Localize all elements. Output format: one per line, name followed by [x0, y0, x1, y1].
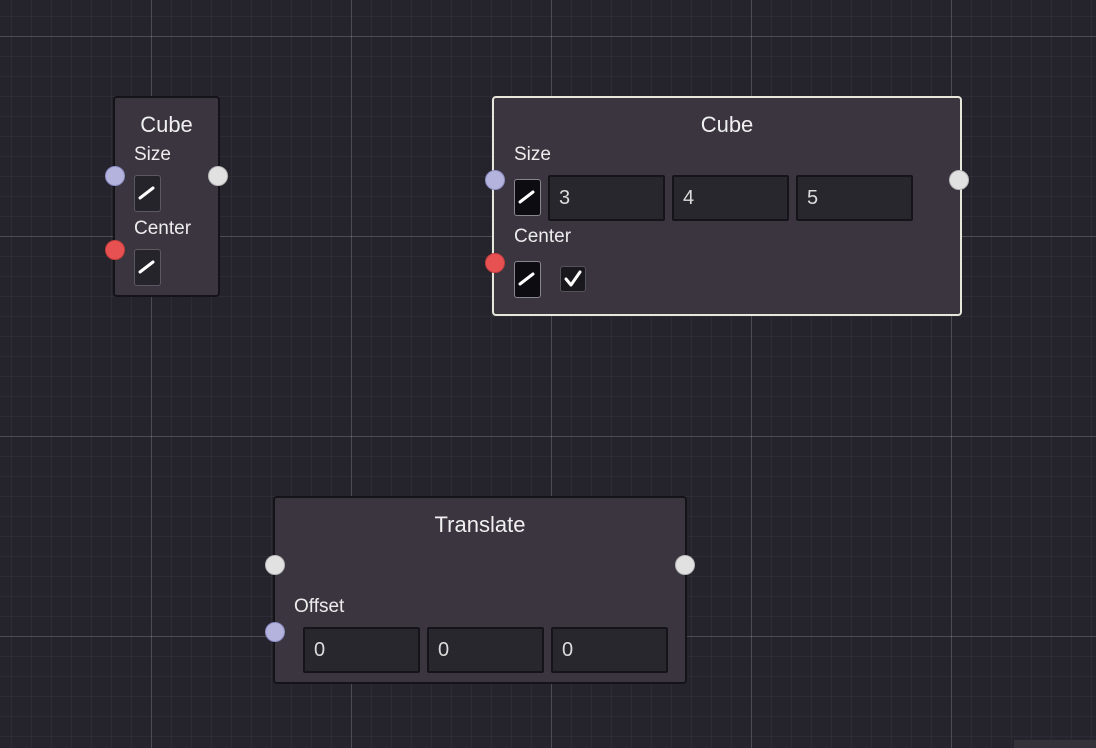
pencil-icon — [138, 186, 155, 200]
node-graph-canvas[interactable]: Cube Size Center Cube Size 3 4 5 Center — [0, 0, 1096, 748]
size-x-field[interactable]: 3 — [548, 175, 665, 221]
pencil-icon — [138, 260, 155, 274]
center-checkbox[interactable] — [560, 266, 586, 292]
offset-x-field[interactable]: 0 — [303, 627, 420, 673]
center-label: Center — [514, 226, 572, 247]
pencil-icon — [518, 272, 535, 286]
checkmark-icon — [564, 270, 582, 287]
size-z-field[interactable]: 5 — [796, 175, 913, 221]
node-title: Cube — [700, 112, 754, 137]
center-label: Center — [134, 218, 192, 239]
scrollbar-corner — [1014, 740, 1096, 748]
translate-node[interactable]: Translate Offset 0 0 0 — [273, 496, 687, 684]
center-input-port[interactable] — [105, 240, 125, 260]
size-label: Size — [134, 144, 171, 165]
center-input-port[interactable] — [485, 253, 505, 273]
size-input-port[interactable] — [105, 166, 125, 186]
output-port[interactable] — [208, 166, 228, 186]
offset-z-field[interactable]: 0 — [551, 627, 668, 673]
cube-node-compact[interactable]: Cube Size Center — [113, 96, 220, 297]
offset-input-port[interactable] — [265, 622, 285, 642]
pencil-icon — [518, 190, 535, 204]
offset-label: Offset — [294, 596, 345, 617]
node-title: Translate — [434, 512, 526, 537]
size-input-port[interactable] — [485, 170, 505, 190]
size-label: Size — [514, 144, 551, 165]
node-title: Cube — [140, 112, 193, 137]
center-edit-button[interactable] — [514, 261, 541, 298]
output-port[interactable] — [675, 555, 695, 575]
output-port[interactable] — [949, 170, 969, 190]
input-port[interactable] — [265, 555, 285, 575]
cube-node-selected[interactable]: Cube Size 3 4 5 Center — [492, 96, 962, 316]
size-edit-button[interactable] — [134, 175, 161, 212]
offset-y-field[interactable]: 0 — [427, 627, 544, 673]
center-edit-button[interactable] — [134, 249, 161, 286]
size-y-field[interactable]: 4 — [672, 175, 789, 221]
size-edit-button[interactable] — [514, 179, 541, 216]
